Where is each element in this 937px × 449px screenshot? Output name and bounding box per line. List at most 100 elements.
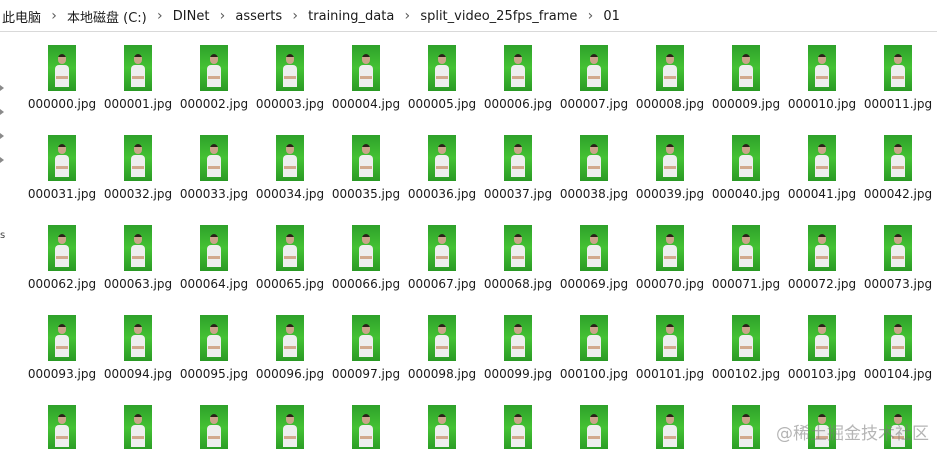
file-item[interactable]: 000039.jpg xyxy=(633,135,707,203)
file-item[interactable]: 000065.jpg xyxy=(253,225,327,293)
file-item[interactable]: 000099.jpg xyxy=(481,315,555,383)
image-thumbnail xyxy=(732,405,760,449)
breadcrumb-split-video[interactable]: split_video_25fps_frame xyxy=(418,9,579,24)
file-name-label: 000000.jpg xyxy=(27,97,97,111)
image-thumbnail xyxy=(580,315,608,361)
file-item[interactable]: 000041.jpg xyxy=(785,135,859,203)
image-thumbnail xyxy=(732,135,760,181)
file-item[interactable]: 000093.jpg xyxy=(25,315,99,383)
file-item[interactable]: 000038.jpg xyxy=(557,135,631,203)
file-item[interactable]: 000000.jpg xyxy=(25,45,99,113)
breadcrumb-this-pc[interactable]: 此电脑 xyxy=(0,7,43,26)
file-item[interactable] xyxy=(177,405,251,449)
image-thumbnail xyxy=(732,315,760,361)
file-name-label: 000071.jpg xyxy=(711,277,781,291)
file-item[interactable]: 000031.jpg xyxy=(25,135,99,203)
file-item[interactable]: 000032.jpg xyxy=(101,135,175,203)
file-item[interactable]: 000067.jpg xyxy=(405,225,479,293)
expand-arrow-icon[interactable] xyxy=(0,85,4,91)
file-name-label: 000006.jpg xyxy=(483,97,553,111)
file-item[interactable] xyxy=(253,405,327,449)
file-name-label: 000073.jpg xyxy=(863,277,933,291)
file-item[interactable] xyxy=(405,405,479,449)
file-item[interactable]: 000036.jpg xyxy=(405,135,479,203)
file-item[interactable]: 000066.jpg xyxy=(329,225,403,293)
image-thumbnail xyxy=(884,225,912,271)
file-item[interactable]: 000035.jpg xyxy=(329,135,403,203)
file-item[interactable]: 000095.jpg xyxy=(177,315,251,383)
file-name-label: 000001.jpg xyxy=(103,97,173,111)
image-thumbnail xyxy=(808,225,836,271)
file-item[interactable]: 000004.jpg xyxy=(329,45,403,113)
image-thumbnail xyxy=(48,315,76,361)
file-item[interactable]: 000008.jpg xyxy=(633,45,707,113)
file-item[interactable] xyxy=(329,405,403,449)
file-item[interactable]: 000073.jpg xyxy=(861,225,935,293)
file-item[interactable]: 000034.jpg xyxy=(253,135,327,203)
file-item[interactable] xyxy=(709,405,783,449)
image-thumbnail xyxy=(504,135,532,181)
chevron-right-icon[interactable] xyxy=(579,8,601,24)
file-name-label: 000101.jpg xyxy=(635,367,705,381)
file-item[interactable]: 000009.jpg xyxy=(709,45,783,113)
chevron-right-icon[interactable] xyxy=(149,8,171,24)
chevron-right-icon[interactable] xyxy=(43,8,65,24)
breadcrumb-training-data[interactable]: training_data xyxy=(306,9,396,24)
breadcrumb-dinet[interactable]: DINet xyxy=(171,9,212,24)
address-bar[interactable]: 此电脑 本地磁盘 (C:) DINet asserts training_dat… xyxy=(0,0,937,32)
expand-arrow-icon[interactable] xyxy=(0,157,4,163)
file-item[interactable]: 000069.jpg xyxy=(557,225,631,293)
expand-arrow-icon[interactable] xyxy=(0,133,4,139)
file-item[interactable]: 000001.jpg xyxy=(101,45,175,113)
image-thumbnail xyxy=(504,405,532,449)
file-item[interactable]: 000101.jpg xyxy=(633,315,707,383)
file-item[interactable]: 000005.jpg xyxy=(405,45,479,113)
breadcrumb-asserts[interactable]: asserts xyxy=(233,9,284,24)
breadcrumb-local-disk[interactable]: 本地磁盘 (C:) xyxy=(65,7,149,26)
file-item[interactable]: 000037.jpg xyxy=(481,135,555,203)
file-item[interactable]: 000071.jpg xyxy=(709,225,783,293)
file-item[interactable]: 000070.jpg xyxy=(633,225,707,293)
file-item[interactable]: 000033.jpg xyxy=(177,135,251,203)
file-item[interactable]: 000103.jpg xyxy=(785,315,859,383)
file-item[interactable]: 000096.jpg xyxy=(253,315,327,383)
file-item[interactable]: 000102.jpg xyxy=(709,315,783,383)
file-item[interactable]: 000062.jpg xyxy=(25,225,99,293)
image-thumbnail xyxy=(808,135,836,181)
image-thumbnail xyxy=(276,135,304,181)
file-item[interactable] xyxy=(101,405,175,449)
file-item[interactable]: 000072.jpg xyxy=(785,225,859,293)
file-item[interactable]: 000042.jpg xyxy=(861,135,935,203)
expand-arrow-icon[interactable] xyxy=(0,109,4,115)
chevron-right-icon[interactable] xyxy=(396,8,418,24)
file-item[interactable]: 000064.jpg xyxy=(177,225,251,293)
file-item[interactable]: 000104.jpg xyxy=(861,315,935,383)
file-item[interactable]: 000003.jpg xyxy=(253,45,327,113)
file-item[interactable]: 000100.jpg xyxy=(557,315,631,383)
file-name-label: 000041.jpg xyxy=(787,187,857,201)
image-thumbnail xyxy=(504,225,532,271)
file-item[interactable] xyxy=(481,405,555,449)
chevron-right-icon[interactable] xyxy=(211,8,233,24)
file-item[interactable] xyxy=(557,405,631,449)
file-item[interactable]: 000097.jpg xyxy=(329,315,403,383)
file-item[interactable]: 000063.jpg xyxy=(101,225,175,293)
file-item[interactable]: 000098.jpg xyxy=(405,315,479,383)
file-item[interactable]: 000094.jpg xyxy=(101,315,175,383)
file-item[interactable]: 000068.jpg xyxy=(481,225,555,293)
file-item[interactable]: 000002.jpg xyxy=(177,45,251,113)
chevron-right-icon[interactable] xyxy=(284,8,306,24)
file-item[interactable]: 000010.jpg xyxy=(785,45,859,113)
file-item[interactable] xyxy=(633,405,707,449)
file-item[interactable] xyxy=(25,405,99,449)
breadcrumb-current-folder[interactable]: 01 xyxy=(601,9,622,24)
file-name-label: 000010.jpg xyxy=(787,97,857,111)
file-item[interactable]: 000006.jpg xyxy=(481,45,555,113)
image-thumbnail xyxy=(504,315,532,361)
nav-item-fragment[interactable]: s xyxy=(0,230,5,241)
image-thumbnail xyxy=(200,405,228,449)
file-item[interactable]: 000011.jpg xyxy=(861,45,935,113)
file-item[interactable]: 000040.jpg xyxy=(709,135,783,203)
image-thumbnail xyxy=(48,135,76,181)
file-item[interactable]: 000007.jpg xyxy=(557,45,631,113)
